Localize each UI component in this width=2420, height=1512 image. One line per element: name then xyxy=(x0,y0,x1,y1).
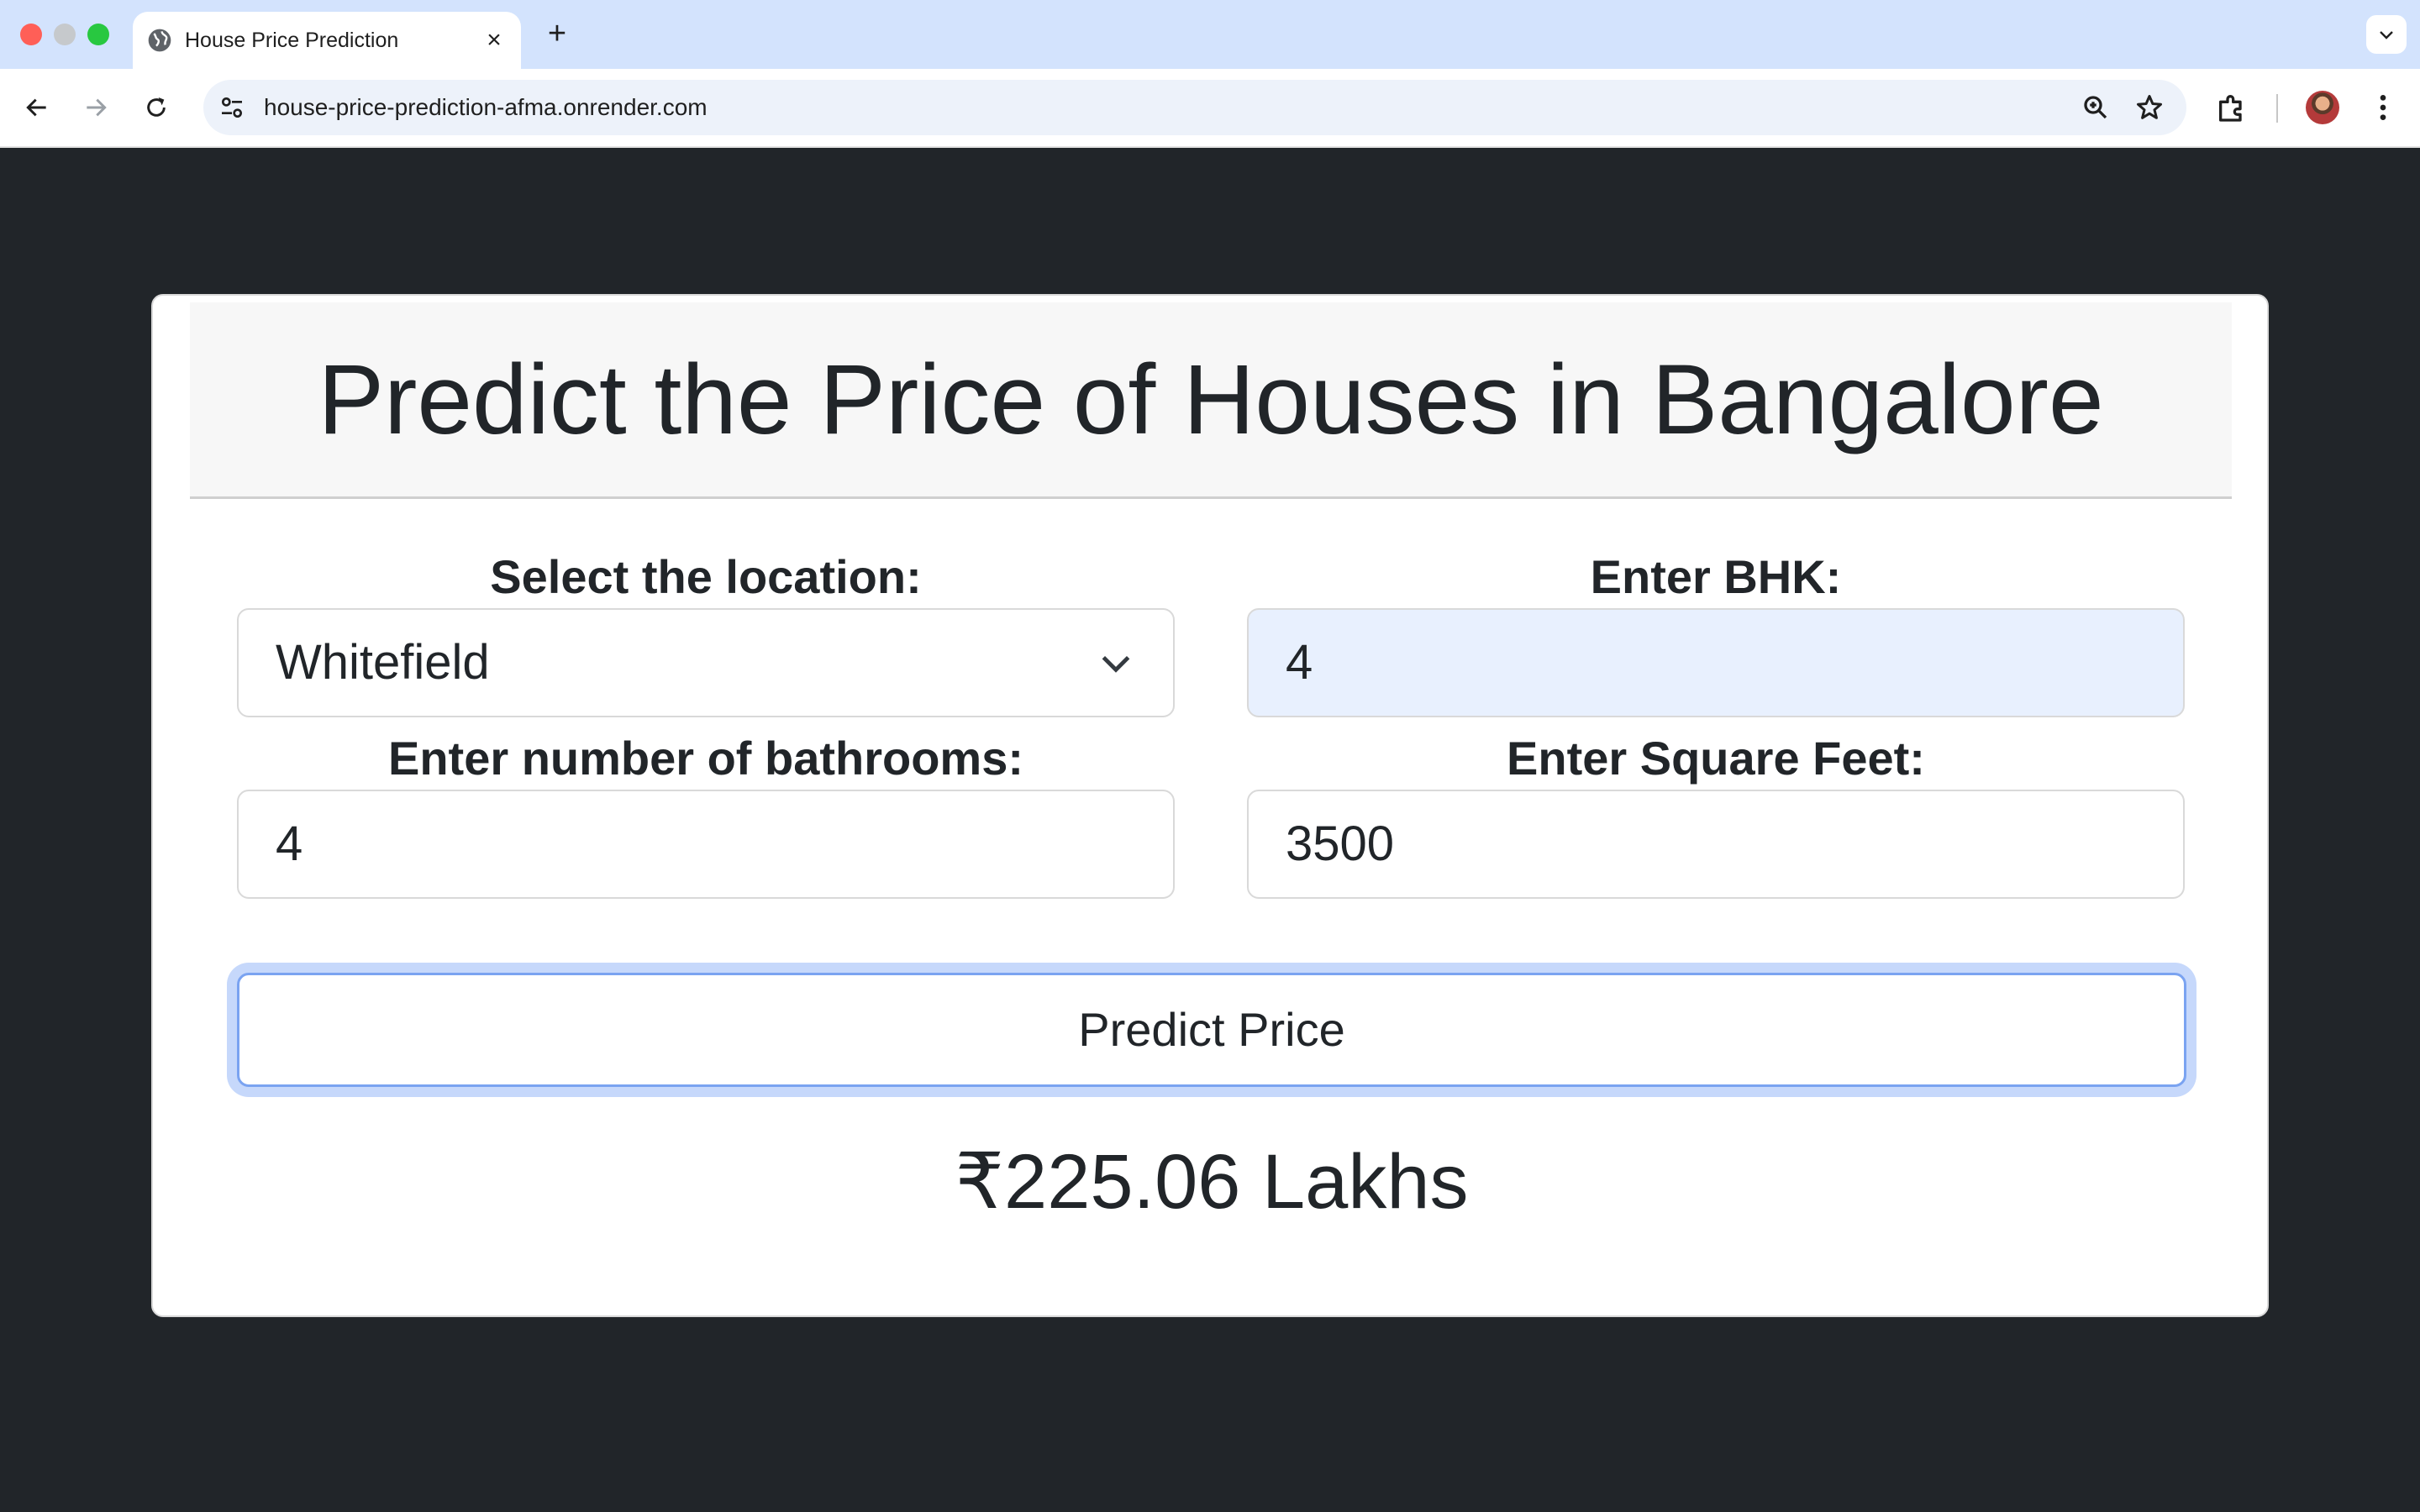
browser-tab[interactable]: House Price Prediction × xyxy=(133,12,521,69)
reload-button[interactable] xyxy=(136,87,176,128)
page-title: Predict the Price of Houses in Bangalore xyxy=(318,344,2104,455)
back-button[interactable] xyxy=(17,87,57,128)
sqft-value: 3500 xyxy=(1286,816,1395,871)
location-selected-value: Whitefield xyxy=(276,635,490,690)
bhk-label: Enter BHK: xyxy=(1590,550,1842,603)
profile-avatar[interactable] xyxy=(2306,91,2339,124)
prediction-card: Predict the Price of Houses in Bangalore… xyxy=(151,294,2269,1317)
site-settings-icon[interactable] xyxy=(218,94,245,121)
predict-price-button[interactable]: Predict Price xyxy=(237,973,2186,1087)
predicted-price: ₹225.06 Lakhs xyxy=(955,1139,1469,1225)
extensions-icon[interactable] xyxy=(2215,91,2249,124)
location-select[interactable]: Whitefield xyxy=(237,608,1175,717)
chevron-down-icon xyxy=(2380,31,2393,39)
sqft-label: Enter Square Feet: xyxy=(1507,732,1925,785)
star-icon[interactable] xyxy=(2134,92,2165,123)
card-header: Predict the Price of Houses in Bangalore xyxy=(190,302,2232,499)
address-bar[interactable]: house-price-prediction-afma.onrender.com xyxy=(203,80,2186,135)
more-vert-icon[interactable] xyxy=(2366,91,2400,124)
zoom-icon[interactable] xyxy=(2081,92,2111,123)
browser-tab-strip: House Price Prediction × + xyxy=(0,0,2420,69)
chevron-down-icon xyxy=(1102,655,1130,673)
back-arrow-icon xyxy=(26,98,46,117)
close-window-button[interactable] xyxy=(20,24,42,45)
browser-toolbar: house-price-prediction-afma.onrender.com xyxy=(0,69,2420,148)
reload-icon xyxy=(147,97,166,117)
plus-icon[interactable]: + xyxy=(539,17,575,52)
maximize-window-button[interactable] xyxy=(87,24,109,45)
forward-button[interactable] xyxy=(76,87,116,128)
forward-arrow-icon xyxy=(87,98,107,117)
bathrooms-input[interactable]: 4 xyxy=(237,790,1175,899)
location-label: Select the location: xyxy=(490,550,922,603)
minimize-window-button[interactable] xyxy=(54,24,76,45)
bhk-input[interactable]: 4 xyxy=(1247,608,2185,717)
sqft-input[interactable]: 3500 xyxy=(1247,790,2185,899)
page-body: Predict the Price of Houses in Bangalore… xyxy=(0,150,2420,1512)
tab-search-button[interactable] xyxy=(2366,15,2407,54)
url-text[interactable]: house-price-prediction-afma.onrender.com xyxy=(264,92,708,123)
bathrooms-label: Enter number of bathrooms: xyxy=(387,732,1024,785)
globe-icon xyxy=(148,29,171,52)
bhk-value: 4 xyxy=(1286,635,1313,690)
toolbar-separator xyxy=(2276,94,2278,123)
close-icon[interactable]: × xyxy=(481,27,508,54)
bathrooms-value: 4 xyxy=(276,816,303,871)
tab-title: House Price Prediction xyxy=(185,29,399,52)
